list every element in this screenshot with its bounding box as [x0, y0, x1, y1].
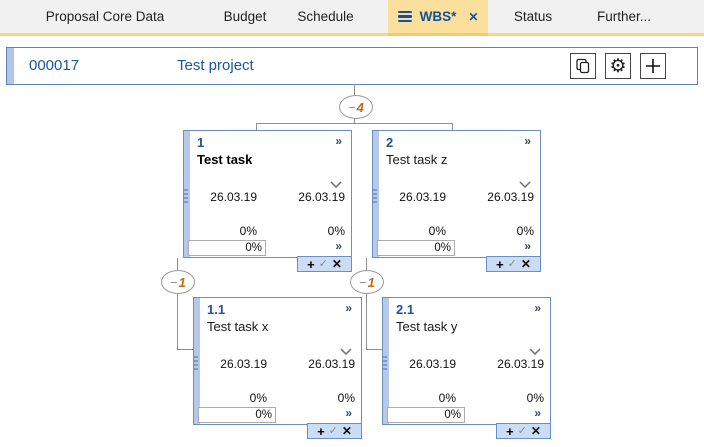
more-actions-icon[interactable]: » [534, 301, 541, 315]
card-toolbar: + ✓ ✕ [486, 256, 541, 272]
tab-underline [0, 33, 704, 36]
tab-close-icon[interactable]: ✕ [468, 10, 478, 24]
tab-wbs[interactable]: WBS* ✕ [388, 0, 488, 33]
drag-handle-icon[interactable] [383, 356, 387, 372]
percent-input[interactable]: 0% [198, 407, 276, 423]
percent-a: 0% [429, 224, 446, 238]
percent-b: 0% [527, 391, 544, 405]
plus-icon [644, 57, 662, 75]
more-actions-icon[interactable]: » [335, 134, 342, 148]
more-actions-icon[interactable]: » [524, 134, 531, 148]
collapse-minus: − [348, 100, 356, 115]
more-actions-icon[interactable]: » [345, 406, 352, 420]
gear-icon: ⚙ [609, 57, 626, 76]
collapse-badge-card2[interactable]: − 1 [350, 270, 384, 294]
drag-handle-icon[interactable] [184, 189, 188, 205]
more-actions-icon[interactable]: » [335, 239, 342, 253]
card-title[interactable]: Test task z [386, 152, 447, 167]
percent-input[interactable]: 0% [377, 240, 455, 256]
tab-wbs-label: WBS* [420, 9, 457, 24]
start-date[interactable]: 26.03.19 [409, 357, 456, 371]
percent-a: 0% [240, 224, 257, 238]
tab-proposal-core-data[interactable]: Proposal Core Data [20, 0, 190, 33]
copy-button[interactable] [570, 53, 596, 79]
drag-handle-icon[interactable] [373, 189, 377, 205]
add-task-button[interactable] [640, 53, 666, 79]
active-tab-underline [388, 33, 488, 36]
tab-schedule[interactable]: Schedule [288, 0, 363, 33]
percent-input[interactable]: 0% [188, 240, 266, 256]
start-date[interactable]: 26.03.19 [210, 190, 257, 204]
delete-icon[interactable]: ✕ [342, 425, 352, 437]
tab-status[interactable]: Status [503, 0, 563, 33]
percent-a: 0% [250, 391, 267, 405]
project-title: Test project [177, 57, 254, 74]
add-child-icon[interactable]: + [496, 258, 504, 271]
finish-date[interactable]: 26.03.19 [308, 357, 355, 371]
connector-card2-child-elbow [366, 349, 383, 350]
delete-icon[interactable]: ✕ [521, 258, 531, 270]
card-title[interactable]: Test task [197, 152, 252, 167]
child-count: 1 [179, 275, 186, 290]
collapse-minus: − [170, 275, 178, 290]
add-child-icon[interactable]: + [307, 258, 315, 271]
card-title[interactable]: Test task x [207, 319, 268, 334]
collapse-badge-card1[interactable]: − 1 [161, 270, 195, 294]
settings-button[interactable]: ⚙ [605, 53, 631, 79]
hamburger-icon [398, 9, 412, 25]
delete-icon[interactable]: ✕ [531, 425, 541, 437]
wbs-editor: Proposal Core Data Budget Schedule WBS* … [0, 0, 704, 447]
tab-bar: Proposal Core Data Budget Schedule WBS* … [0, 0, 704, 33]
connector-branch-horizontal [256, 123, 453, 124]
delete-icon[interactable]: ✕ [332, 258, 342, 270]
tab-budget[interactable]: Budget [210, 0, 280, 33]
card-id: 1.1 [207, 302, 225, 317]
card-toolbar: + ✓ ✕ [307, 423, 362, 439]
card-id: 2.1 [396, 302, 414, 317]
finish-date[interactable]: 26.03.19 [298, 190, 345, 204]
drag-handle-icon[interactable] [194, 356, 198, 372]
copy-icon [574, 57, 592, 75]
percent-b: 0% [517, 224, 534, 238]
start-date[interactable]: 26.03.19 [399, 190, 446, 204]
confirm-icon[interactable]: ✓ [319, 259, 328, 270]
card-toolbar: + ✓ ✕ [297, 256, 352, 272]
wbs-card-1[interactable]: 1 » Test task 26.03.19 26.03.19 0% 0% 0%… [183, 130, 352, 258]
finish-date[interactable]: 26.03.19 [487, 190, 534, 204]
confirm-icon[interactable]: ✓ [508, 259, 517, 270]
card-id: 1 [197, 135, 204, 150]
header-accent-stripe [7, 48, 14, 84]
percent-b: 0% [328, 224, 345, 238]
collapse-minus: − [359, 275, 367, 290]
add-child-icon[interactable]: + [506, 425, 514, 438]
child-count: 1 [368, 275, 375, 290]
percent-input[interactable]: 0% [387, 407, 465, 423]
wbs-card-1-1[interactable]: 1.1 » Test task x 26.03.19 26.03.19 0% 0… [193, 297, 362, 425]
tab-further[interactable]: Further... [588, 0, 660, 33]
more-actions-icon[interactable]: » [345, 301, 352, 315]
wbs-card-2[interactable]: 2 » Test task z 26.03.19 26.03.19 0% 0% … [372, 130, 541, 258]
confirm-icon[interactable]: ✓ [329, 426, 338, 437]
project-header: 000017 Test project ⚙ [6, 47, 698, 85]
start-date[interactable]: 26.03.19 [220, 357, 267, 371]
card-id: 2 [386, 135, 393, 150]
card-title[interactable]: Test task y [396, 319, 457, 334]
confirm-icon[interactable]: ✓ [518, 426, 527, 437]
percent-b: 0% [338, 391, 355, 405]
more-actions-icon[interactable]: » [534, 406, 541, 420]
connector-to-card-2 [452, 123, 453, 130]
percent-a: 0% [439, 391, 456, 405]
more-actions-icon[interactable]: » [524, 239, 531, 253]
project-code: 000017 [29, 57, 79, 74]
collapse-badge-root[interactable]: − 4 [339, 95, 373, 119]
add-child-icon[interactable]: + [317, 425, 325, 438]
connector-card1-child-elbow [177, 349, 194, 350]
child-count: 4 [357, 100, 364, 115]
connector-root-top [354, 84, 355, 95]
finish-date[interactable]: 26.03.19 [497, 357, 544, 371]
wbs-card-2-1[interactable]: 2.1 » Test task y 26.03.19 26.03.19 0% 0… [382, 297, 551, 425]
card-toolbar: + ✓ ✕ [496, 423, 551, 439]
connector-to-card-1 [256, 123, 257, 130]
